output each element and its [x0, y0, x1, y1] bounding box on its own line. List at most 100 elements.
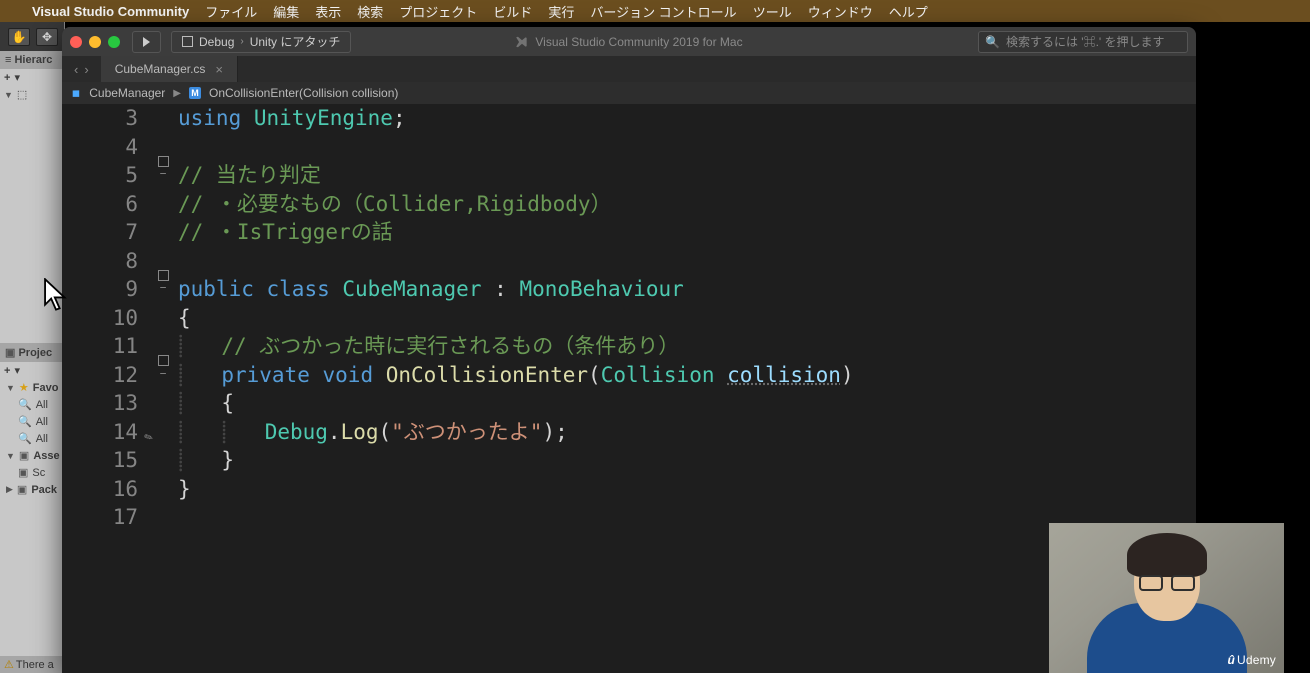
code-text[interactable]: {	[170, 304, 191, 333]
breadcrumb[interactable]: ◆ CubeManager ▶ M OnCollisionEnter(Colli…	[62, 82, 1196, 104]
close-window-icon[interactable]	[70, 36, 82, 48]
code-line[interactable]: 5 // 当たり判定	[62, 161, 1196, 190]
config-label: Debug	[199, 35, 234, 49]
code-line[interactable]: 4	[62, 133, 1196, 162]
chevron-right-icon: ▶	[173, 88, 181, 99]
method-icon: M	[189, 87, 201, 99]
code-line[interactable]: 3using UnityEngine;	[62, 104, 1196, 133]
code-line[interactable]: 17	[62, 503, 1196, 532]
hand-tool-icon[interactable]: ✋	[8, 28, 30, 46]
line-number: 9	[62, 275, 156, 304]
code-text[interactable]: ⸽ }	[170, 446, 234, 475]
run-button[interactable]	[132, 31, 161, 53]
code-line[interactable]: 9 public class CubeManager : MonoBehaviou…	[62, 275, 1196, 304]
status-bar: ⚠There a	[0, 656, 64, 673]
app-name[interactable]: Visual Studio Community	[32, 4, 189, 19]
warning-icon: ⚠	[4, 659, 14, 671]
menu-help[interactable]: ヘルプ	[889, 2, 928, 21]
menu-view[interactable]: 表示	[315, 2, 341, 21]
hierarchy-add-icon[interactable]: +	[4, 72, 10, 84]
macos-menubar[interactable]: Visual Studio Community ファイル 編集 表示 検索 プロ…	[0, 0, 1310, 22]
search-placeholder: 検索するには '⌘.' を押します	[1006, 33, 1165, 50]
code-line[interactable]: 14✎ ⸽ ⸽ Debug.Log("ぶつかったよ");	[62, 418, 1196, 447]
project-header[interactable]: ▣ Projec	[0, 343, 64, 362]
file-tab[interactable]: CubeManager.cs ×	[101, 56, 238, 82]
line-number: 10	[62, 304, 156, 333]
vs-titlebar: Debug › Unity にアタッチ Visual Studio Commun…	[62, 27, 1196, 56]
line-number: 14✎	[62, 418, 156, 447]
code-text[interactable]: // 当たり判定	[170, 161, 321, 190]
code-line[interactable]: 8	[62, 247, 1196, 276]
code-text[interactable]: }	[170, 475, 191, 504]
all-prefabs[interactable]: 🔍 All	[0, 430, 64, 447]
line-number: 17	[62, 503, 156, 532]
target-icon	[182, 36, 193, 47]
hierarchy-header[interactable]: ≡ Hierarc	[0, 51, 64, 69]
all-models[interactable]: 🔍 All	[0, 413, 64, 430]
all-materials[interactable]: 🔍 All	[0, 396, 64, 413]
unity-editor-sliver: ✋ ✥ ≡ Hierarc + ▾ ▼ ⬚ ▣ Projec + ▾ ▼★Fav…	[0, 22, 65, 673]
menu-project[interactable]: プロジェクト	[399, 2, 477, 21]
tab-close-icon[interactable]: ×	[215, 62, 223, 77]
code-text[interactable]: using UnityEngine;	[170, 104, 406, 133]
line-number: 4	[62, 133, 156, 162]
move-tool-icon[interactable]: ✥	[36, 28, 58, 46]
menu-search[interactable]: 検索	[357, 2, 383, 21]
code-line[interactable]: 16}	[62, 475, 1196, 504]
breadcrumb-class[interactable]: CubeManager	[89, 86, 165, 100]
code-line[interactable]: 13⸽ {	[62, 389, 1196, 418]
code-text[interactable]: // ・必要なもの（Collider,Rigidbody）	[170, 190, 612, 219]
menu-version[interactable]: バージョン コントロール	[590, 2, 736, 21]
project-panel: ▣ Projec + ▾ ▼★Favo 🔍 All 🔍 All 🔍 All ▼▣…	[0, 343, 64, 498]
code-line[interactable]: 7 // ・IsTriggerの話	[62, 218, 1196, 247]
hierarchy-dropdown-icon[interactable]: ▾	[14, 71, 20, 84]
code-line[interactable]: 12 ⸽ private void OnCollisionEnter(Collis…	[62, 361, 1196, 390]
menu-edit[interactable]: 編集	[273, 2, 299, 21]
code-text[interactable]: ⸽ {	[170, 389, 234, 418]
tab-label: CubeManager.cs	[115, 62, 206, 76]
class-icon: ◆	[68, 85, 84, 101]
window-controls	[70, 36, 122, 48]
nav-forward-icon[interactable]: ›	[84, 62, 88, 77]
assets-label[interactable]: Asse	[33, 450, 59, 462]
line-number: 6	[62, 190, 156, 219]
code-text[interactable]: ⸽ // ぶつかった時に実行されるもの（条件あり）	[170, 332, 679, 361]
nav-back-icon[interactable]: ‹	[74, 62, 78, 77]
breadcrumb-method[interactable]: OnCollisionEnter(Collision collision)	[209, 86, 398, 100]
minimize-window-icon[interactable]	[89, 36, 101, 48]
menu-file[interactable]: ファイル	[205, 2, 257, 21]
favorites-label[interactable]: Favo	[33, 382, 59, 394]
hierarchy-panel: ≡ Hierarc + ▾ ▼ ⬚	[0, 51, 64, 103]
code-line[interactable]: 15 ⸽ }	[62, 446, 1196, 475]
menu-run[interactable]: 実行	[548, 2, 574, 21]
packages-label[interactable]: Pack	[31, 484, 57, 496]
attach-label: Unity にアタッチ	[250, 33, 341, 50]
code-text[interactable]: public class CubeManager : MonoBehaviour	[170, 275, 684, 304]
search-input[interactable]: 🔍 検索するには '⌘.' を押します	[978, 31, 1188, 53]
zoom-window-icon[interactable]	[108, 36, 120, 48]
menu-tools[interactable]: ツール	[753, 2, 792, 21]
code-line[interactable]: 6 // ・必要なもの（Collider,Rigidbody）	[62, 190, 1196, 219]
line-number: 8	[62, 247, 156, 276]
webcam-overlay: ûUdemy	[1049, 523, 1284, 673]
line-number: 12	[62, 361, 156, 390]
scripts-folder[interactable]: ▣ Sc	[0, 464, 64, 481]
project-add-icon[interactable]: +	[4, 365, 10, 377]
code-text[interactable]: // ・IsTriggerの話	[170, 218, 393, 247]
target-selector[interactable]: Debug › Unity にアタッチ	[171, 31, 351, 53]
expand-icon[interactable]: ▼	[4, 90, 13, 100]
menu-window[interactable]: ウィンドウ	[808, 2, 873, 21]
line-number: 15	[62, 446, 156, 475]
code-text[interactable]: ⸽ ⸽ Debug.Log("ぶつかったよ");	[170, 418, 568, 447]
project-dropdown-icon[interactable]: ▾	[14, 364, 20, 377]
code-line[interactable]: 11⸽ // ぶつかった時に実行されるもの（条件あり）	[62, 332, 1196, 361]
search-icon: 🔍	[985, 35, 1000, 49]
line-number: 5	[62, 161, 156, 190]
code-line[interactable]: 10 {	[62, 304, 1196, 333]
line-number: 7	[62, 218, 156, 247]
code-text[interactable]: ⸽ private void OnCollisionEnter(Collisio…	[170, 361, 854, 390]
menu-build[interactable]: ビルド	[493, 2, 532, 21]
folder-icon: ▣	[5, 347, 15, 359]
code-editor[interactable]: 3using UnityEngine;45 // 当たり判定 6 // ・必要なもの（…	[62, 104, 1196, 673]
udemy-logo: ûUdemy	[1227, 653, 1276, 667]
